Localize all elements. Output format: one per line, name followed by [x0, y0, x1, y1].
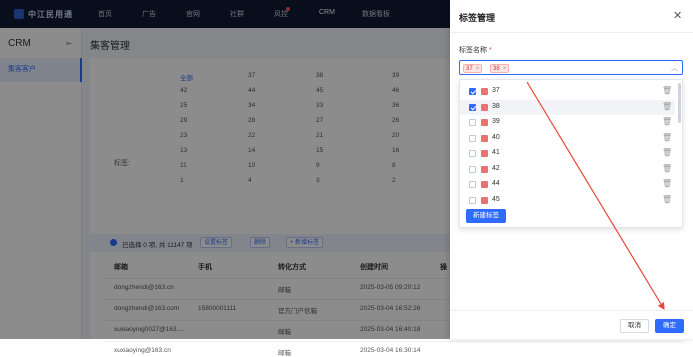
drawer-header: 标签管理 ✕	[450, 0, 693, 33]
chevron-up-icon[interactable]: ︿	[671, 63, 678, 73]
tag-name-label-text: 标签名称	[459, 47, 487, 54]
checkbox[interactable]	[469, 134, 476, 142]
trash-icon[interactable]: 🗑	[662, 148, 672, 157]
drawer-title: 标签管理	[459, 13, 496, 23]
confirm-button[interactable]: 确定	[655, 319, 684, 333]
tag-color-swatch	[481, 165, 488, 173]
trash-icon[interactable]: 🗑	[662, 117, 672, 126]
tag-dropdown: 37 🗑 38 🗑 39 🗑 40 🗑 41 🗑 42 🗑 44 🗑 45 🗑 新建标签	[459, 79, 683, 228]
tag-color-swatch	[481, 150, 488, 157]
tag-color-swatch	[481, 181, 488, 188]
trash-icon[interactable]: 🗑	[662, 179, 672, 188]
checkbox[interactable]	[469, 88, 476, 95]
tag-option[interactable]: 37 🗑	[460, 84, 675, 99]
selected-tag-37[interactable]: 37 ×	[463, 64, 483, 73]
dropdown-scrollbar[interactable]	[678, 83, 681, 123]
tag-option[interactable]: 42 🗑	[460, 162, 675, 177]
tag-color-swatch	[481, 119, 488, 126]
checkbox[interactable]	[469, 103, 476, 111]
tag-option-label: 38	[492, 102, 500, 110]
tag-multi-select[interactable]: 37 × 38 × ︿	[459, 60, 683, 75]
tag-color-swatch	[481, 103, 488, 111]
tag-option-label: 40	[492, 133, 500, 141]
tag-color-swatch	[481, 134, 488, 142]
required-mark: *	[489, 47, 492, 54]
tag-option[interactable]: 45 🗑	[460, 193, 675, 208]
tag-option[interactable]: 39 🗑	[460, 115, 675, 130]
tag-name-label: 标签名称 *	[459, 45, 492, 55]
tag-option-label: 45	[492, 195, 500, 203]
table-cell: xuxiaoying@163.cn	[114, 347, 171, 354]
tag-option-label: 37	[492, 87, 500, 94]
tag-option-label: 41	[492, 149, 500, 156]
trash-icon[interactable]: 🗑	[662, 86, 672, 95]
selected-tag-label: 38	[493, 65, 500, 72]
checkbox[interactable]	[469, 181, 476, 188]
tag-remove-icon[interactable]: ×	[503, 65, 507, 73]
tag-option-label: 44	[492, 180, 500, 187]
tag-color-swatch	[481, 196, 488, 204]
close-icon[interactable]: ✕	[673, 9, 682, 22]
tag-option[interactable]: 38 🗑	[460, 99, 675, 115]
selected-tag-38[interactable]: 38 ×	[490, 64, 510, 73]
tag-color-swatch	[481, 88, 488, 95]
modal-overlay[interactable]	[0, 0, 450, 339]
checkbox[interactable]	[469, 150, 476, 157]
tag-option[interactable]: 44 🗑	[460, 177, 675, 192]
trash-icon[interactable]: 🗑	[662, 164, 672, 173]
tag-option[interactable]: 41 🗑	[460, 146, 675, 161]
tag-option-label: 42	[492, 164, 500, 172]
new-tag-button[interactable]: 新建标签	[466, 209, 506, 223]
trash-icon[interactable]: 🗑	[662, 195, 672, 204]
checkbox[interactable]	[469, 196, 476, 204]
checkbox[interactable]	[469, 165, 476, 173]
tag-option-label: 39	[492, 118, 500, 125]
tag-remove-icon[interactable]: ×	[476, 65, 480, 73]
table-cell: 2025-03-04 16:30:14	[360, 347, 421, 354]
row-divider	[104, 341, 684, 342]
drawer-footer: 取消 确定	[450, 310, 693, 339]
tag-option[interactable]: 40 🗑	[460, 131, 675, 146]
table-cell: 邮箱	[278, 350, 291, 357]
cancel-button[interactable]: 取消	[620, 319, 649, 333]
checkbox[interactable]	[469, 119, 476, 126]
tag-management-drawer: 标签管理 ✕ 标签名称 * 37 × 38 × ︿ 37 🗑 38 🗑 39 🗑 40 🗑 41 🗑 42…	[450, 0, 693, 339]
trash-icon[interactable]: 🗑	[662, 102, 672, 111]
trash-icon[interactable]: 🗑	[662, 133, 672, 142]
selected-tag-label: 37	[466, 65, 473, 72]
